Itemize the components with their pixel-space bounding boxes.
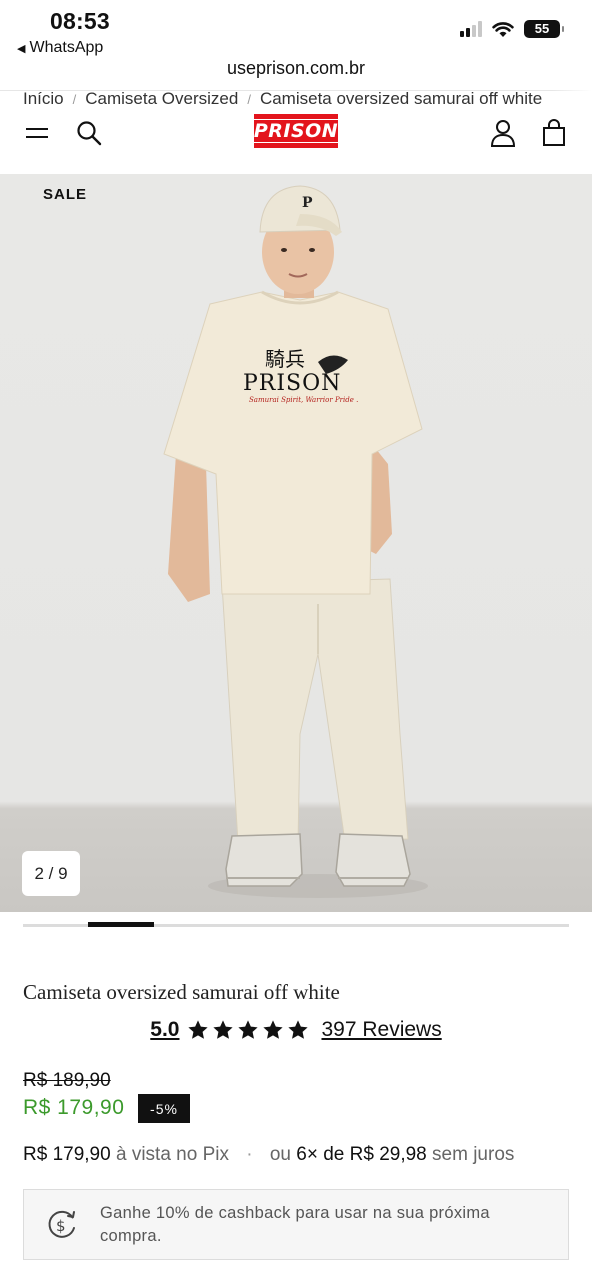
cellular-signal-icon <box>460 21 482 37</box>
status-icons: 55 <box>460 20 564 38</box>
rating-stars <box>187 1019 309 1041</box>
star-icon <box>288 1020 309 1039</box>
site-header: PRISON <box>0 112 592 156</box>
product-title: Camiseta oversized samurai off white <box>23 980 340 1004</box>
cashback-text: Ganhe 10% de cashback para usar na sua p… <box>100 1203 490 1245</box>
model-photo: P 騎兵 PRISON Samurai Spirit, Warrior Prid… <box>163 185 428 898</box>
shirt-kanji: 騎兵 <box>265 347 305 371</box>
battery-icon: 55 <box>524 20 564 38</box>
breadcrumb-separator: / <box>247 92 251 107</box>
brand-logo-text: PRISON <box>249 119 343 143</box>
star-icon <box>238 1020 259 1039</box>
breadcrumb-fade <box>552 89 592 111</box>
breadcrumb-home[interactable]: Início <box>23 89 64 108</box>
cashback-banner: $ Ganhe 10% de cashback para usar na sua… <box>23 1189 569 1260</box>
payment-options: R$ 179,90 à vista no Pix · ou 6× de R$ 2… <box>23 1144 514 1166</box>
breadcrumb-category[interactable]: Camiseta Oversized <box>85 89 238 108</box>
star-icon <box>188 1020 209 1039</box>
sale-badge: SALE <box>43 186 88 203</box>
breadcrumb-separator: / <box>72 92 77 107</box>
brand-logo[interactable]: PRISON <box>249 114 343 148</box>
product-image[interactable]: P 騎兵 PRISON Samurai Spirit, Warrior Prid… <box>0 174 592 912</box>
star-icon <box>213 1020 234 1039</box>
rating-row: 5.0 397 Reviews <box>0 1018 592 1042</box>
cashback-icon: $ <box>24 1189 100 1260</box>
installments-prefix: ou <box>269 1144 291 1165</box>
rating-value[interactable]: 5.0 <box>150 1018 179 1042</box>
search-icon[interactable] <box>74 118 104 148</box>
installments-suffix: sem juros <box>432 1144 515 1165</box>
status-bar: 08:53 ◀ WhatsApp 55 <box>0 0 592 62</box>
wifi-icon <box>492 21 514 37</box>
star-icon <box>263 1020 284 1039</box>
old-price: R$ 189,90 <box>23 1070 111 1091</box>
account-icon[interactable] <box>488 118 518 148</box>
breadcrumb-current: Camiseta oversized samurai off white <box>259 89 543 108</box>
current-price: R$ 179,90 <box>23 1096 125 1119</box>
breadcrumb: Início / Camiseta Oversized / Camiseta overs… <box>23 89 592 111</box>
shirt-brand-print: PRISON <box>243 371 341 396</box>
shirt-tagline: Samurai Spirit, Warrior Pride . <box>249 396 358 404</box>
bag-icon[interactable] <box>539 118 569 148</box>
separator-dot: · <box>246 1144 253 1165</box>
back-app-label: WhatsApp <box>29 39 104 56</box>
pix-label: à vista no Pix <box>115 1144 229 1165</box>
gallery-counter: 2 / 9 <box>22 851 80 896</box>
pix-price: R$ 179,90 <box>23 1144 111 1165</box>
back-to-app-link[interactable]: ◀ WhatsApp <box>17 39 103 57</box>
menu-icon[interactable] <box>22 118 52 148</box>
reviews-link[interactable]: 397 Reviews <box>321 1018 441 1042</box>
installments-value: 6× de R$ 29,98 <box>296 1144 427 1165</box>
svg-text:P: P <box>302 195 313 211</box>
svg-text:$: $ <box>56 1217 66 1235</box>
status-time: 08:53 <box>50 8 110 34</box>
carousel-progress-thumb[interactable] <box>88 922 154 927</box>
back-arrow-icon: ◀ <box>17 42 26 55</box>
address-bar[interactable]: useprison.com.br <box>0 58 592 88</box>
discount-badge: -5% <box>138 1094 190 1123</box>
